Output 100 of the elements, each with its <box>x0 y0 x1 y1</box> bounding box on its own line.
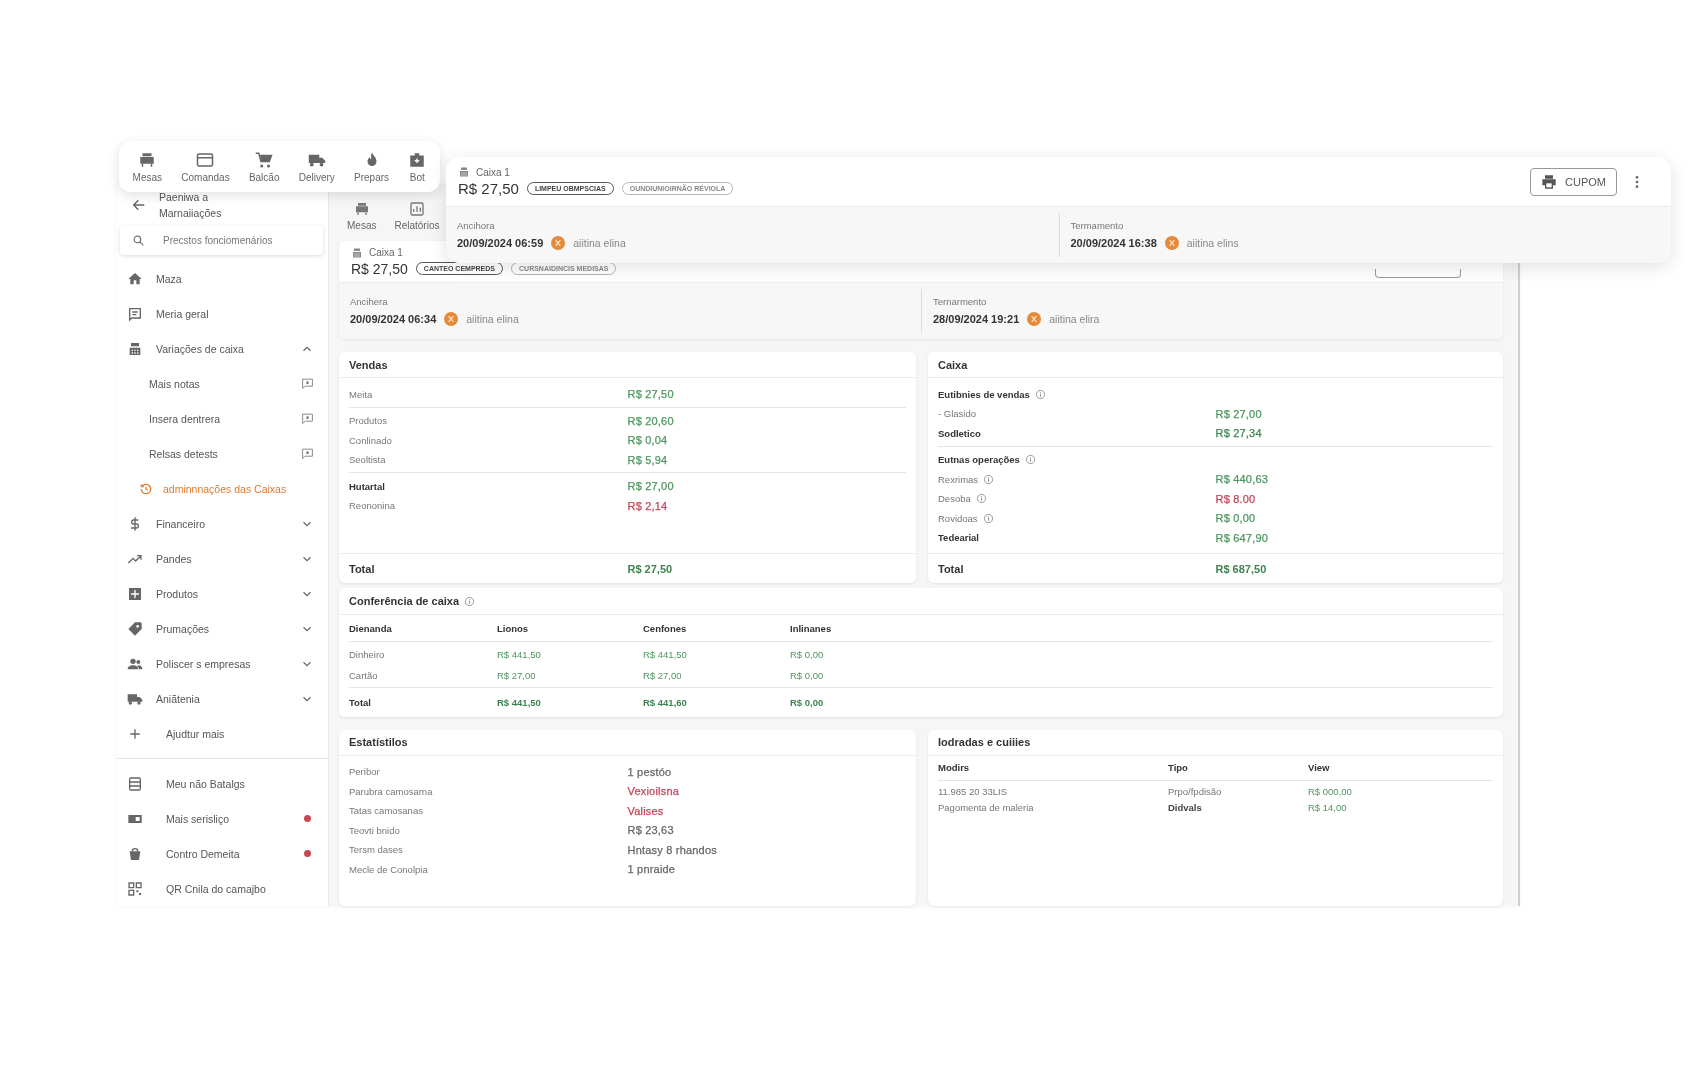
outline-button[interactable] <box>1375 269 1461 279</box>
field-label: Ancihora <box>457 220 496 231</box>
table-icon <box>353 201 370 218</box>
sidebar-item[interactable]: Prumações <box>117 611 328 646</box>
table-cell-text: Prpo/fpdisão <box>1168 786 1223 798</box>
bag-icon <box>127 845 143 862</box>
sidebar-item[interactable]: Poliscer s empresas <box>117 646 328 681</box>
nav-button[interactable]: Delivery <box>295 148 338 185</box>
row-value: R$ 0,00 <box>1215 512 1256 525</box>
table-cell-text: R$ 441,50 <box>643 649 688 661</box>
sidebar-item[interactable]: Pandes <box>117 541 328 576</box>
table-cell-text: R$ 441,50 <box>497 696 542 708</box>
user-name: aiitina elins <box>1186 237 1239 249</box>
sidebar-item[interactable]: Ajudtur mais <box>117 716 328 751</box>
total-label: Total <box>938 562 965 575</box>
nav-button[interactable]: Prepars <box>351 148 393 185</box>
row-label: Parubra camosarna <box>349 785 433 797</box>
date-time: 20/09/2024 06:34 <box>350 313 437 326</box>
table-cell-text: Didvals <box>1168 802 1203 814</box>
card-title: Iodradas e cuiiies <box>938 736 1031 749</box>
print-button[interactable]: CUPOM <box>1530 167 1617 196</box>
sidebar-item[interactable]: Aniãtenia <box>117 681 328 716</box>
table-cell-text: R$ 441,50 <box>497 649 542 661</box>
sidebar-subitem[interactable]: Insera dentrera <box>117 401 328 436</box>
column-header: Dienanda <box>349 622 393 634</box>
card-title: Estatístilos <box>349 736 408 749</box>
sidebar-item[interactable]: Produtos <box>117 576 328 611</box>
field-label: Termamento <box>1070 220 1125 231</box>
date-time: 28/09/2024 19:21 <box>933 313 1020 326</box>
row-value: R$ 27,00 <box>627 480 674 493</box>
column-header: Inlinanes <box>790 622 833 634</box>
search-field[interactable]: Precstos fonciomenários <box>120 226 323 255</box>
avatar-icon <box>444 312 459 327</box>
table-cell-text: 11.985 20 33LIS <box>938 786 1009 798</box>
nav-button[interactable]: Balcão <box>245 148 283 185</box>
row-value: R$ 27,34 <box>1215 427 1262 440</box>
row-value: R$ 27,00 <box>1215 407 1262 420</box>
table-cell-text: Dinheiro <box>349 649 386 661</box>
register-icon <box>458 166 470 178</box>
sidebar-item[interactable]: QR Cnila do camajbo <box>117 871 328 906</box>
table-cell-text: R$ 441,60 <box>643 696 688 708</box>
nav-button[interactable]: Bot <box>405 148 430 185</box>
column-header: Cenfones <box>643 622 688 634</box>
column-header: Modirs <box>938 762 971 774</box>
row-value: Vexioilsna <box>627 785 680 798</box>
row-label: Produtos <box>349 415 388 427</box>
nav-button[interactable]: Comandas <box>178 148 233 185</box>
table-icon <box>138 150 157 169</box>
row-label: Teovti bnido <box>349 824 400 836</box>
row-label: Conlinado <box>349 434 392 446</box>
row-value: R$ 20,60 <box>627 414 674 427</box>
sidebar-item[interactable]: Variações de caixa <box>117 331 328 366</box>
sidebar-item[interactable]: Meria geral <box>117 296 328 331</box>
sidebar-item[interactable]: Meu não Batalgs <box>117 766 328 801</box>
history-icon <box>139 481 153 496</box>
row-label: Tatas camosanas <box>349 805 423 817</box>
sidebar-item[interactable]: Mais serisliço <box>117 801 328 836</box>
search-icon <box>132 234 145 247</box>
row-label: Hutartal <box>349 480 385 492</box>
report-icon <box>408 201 425 218</box>
row-label: Mecle de Conolpia <box>349 863 428 875</box>
sidebar-title: Paeniwa a Marnaiiações <box>159 189 223 221</box>
nav-button[interactable]: Mesas <box>343 201 381 232</box>
sidebar-subitem[interactable]: Relsas detests <box>117 436 328 471</box>
register-icon <box>127 340 143 357</box>
row-label: Desoba <box>938 493 971 505</box>
amount: R$ 27,50 <box>351 260 408 277</box>
column-header: View <box>1308 762 1331 774</box>
total-value: R$ 27,50 <box>627 562 674 575</box>
row-label: Seoltista <box>349 454 386 466</box>
document-icon <box>127 305 143 322</box>
sidebar-item[interactable]: Contro Demeita <box>117 836 328 871</box>
user-name: aiitina elina <box>466 313 519 326</box>
row-value: R$ 0,04 <box>627 434 668 447</box>
field-label: Ternarmento <box>933 296 988 308</box>
field-label: Ancihera <box>350 296 389 308</box>
note-icon <box>301 377 314 390</box>
sidebar-subitem[interactable]: Mais notas <box>117 366 328 401</box>
nav-button[interactable]: Relatórios <box>390 201 444 232</box>
total-label: Total <box>349 562 376 575</box>
printer-icon <box>1541 173 1558 190</box>
table-cell-text: R$ 0,00 <box>790 649 825 661</box>
briefcase-icon <box>408 150 427 169</box>
section-heading: Eutnas operações <box>938 454 1020 466</box>
table-cell-text: R$ 0,00 <box>790 670 825 682</box>
row-label: Tedearial <box>938 532 979 544</box>
sidebar-item[interactable]: Financeiro <box>117 506 328 541</box>
user-name: aiitina elina <box>573 237 626 249</box>
card-title: Conferência de caixa <box>349 595 460 608</box>
row-value: R$ 8.00 <box>1215 492 1256 505</box>
table-cell-text: R$ 0,00 <box>790 696 825 708</box>
nav-button[interactable]: Mesas <box>129 148 166 185</box>
table-cell-text: R$ 14,00 <box>1308 802 1348 814</box>
row-label: - Glasido <box>938 408 976 420</box>
table-cell-text: R$ 27,00 <box>497 670 537 682</box>
grid-icon <box>127 585 143 602</box>
total-value: R$ 687,50 <box>1215 562 1268 575</box>
sidebar-item[interactable]: Maza <box>117 261 328 296</box>
user-name: aiitina elira <box>1049 313 1100 326</box>
date-time: 20/09/2024 06:59 <box>457 237 544 249</box>
